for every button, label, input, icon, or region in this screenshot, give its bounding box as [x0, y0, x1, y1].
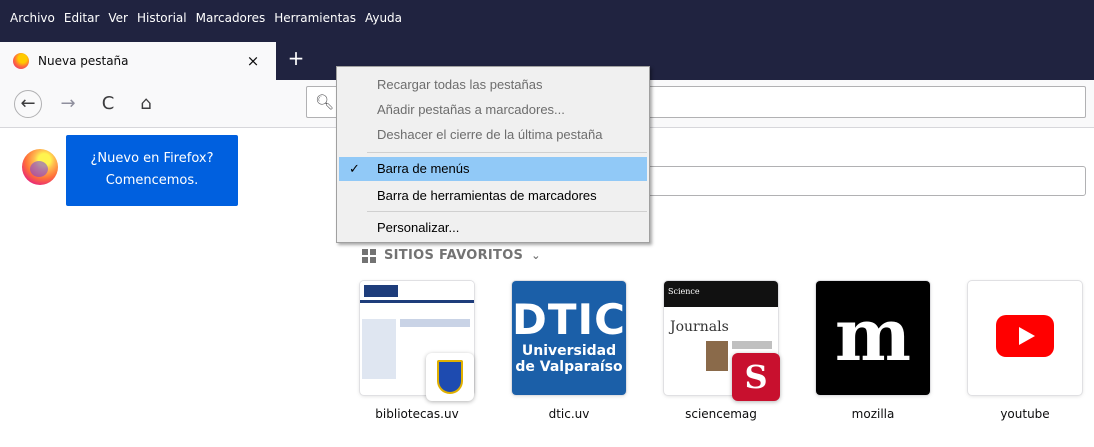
uv-logo: [364, 285, 398, 297]
menu-bar: Archivo Editar Ver Historial Marcadores …: [0, 0, 1094, 36]
menu-herramientas[interactable]: Herramientas: [274, 8, 356, 28]
tile-screenshot-body: [400, 319, 470, 327]
menu-separator: [367, 211, 647, 212]
uv-shield-badge: [426, 353, 474, 401]
menuitem-customize[interactable]: Personalizar...: [339, 216, 647, 240]
close-tab-icon[interactable]: ×: [244, 52, 262, 70]
onboarding-button[interactable]: ¿Nuevo en Firefox? Comencemos.: [66, 135, 238, 206]
new-tab-button[interactable]: +: [284, 46, 308, 72]
top-sites-heading[interactable]: SITIOS FAVORITOS ⌄: [362, 248, 541, 263]
menu-ayuda[interactable]: Ayuda: [365, 8, 402, 28]
menu-separator: [367, 152, 647, 153]
back-button[interactable]: ←: [14, 90, 42, 118]
menu-editar[interactable]: Editar: [64, 8, 100, 28]
tab-nueva-pestana[interactable]: Nueva pestaña ×: [0, 42, 276, 80]
chevron-down-icon: ⌄: [531, 249, 541, 262]
promo-line-1: ¿Nuevo en Firefox?: [90, 151, 214, 166]
grid-icon: [362, 248, 376, 263]
menuitem-bookmarks-toolbar[interactable]: Barra de herramientas de marcadores: [339, 184, 647, 208]
youtube-play-icon: [996, 315, 1054, 357]
shield-icon: [437, 360, 463, 394]
tile-screenshot-sidebar: [362, 319, 396, 379]
menuitem-menu-bar[interactable]: ✓ Barra de menús: [339, 157, 647, 181]
firefox-favicon-icon: [13, 53, 29, 69]
menuitem-menu-bar-label: Barra de menús: [377, 161, 470, 176]
tab-strip-context-menu: Recargar todas las pestañas Añadir pesta…: [336, 66, 650, 243]
science-s-badge: S: [732, 353, 780, 401]
forward-button[interactable]: →: [54, 90, 82, 118]
checkmark-icon: ✓: [349, 161, 360, 176]
page-search-input[interactable]: [640, 166, 1086, 196]
dtic-sub-2: de Valparaíso: [515, 359, 623, 375]
tile-screenshot-image: [706, 341, 728, 371]
menu-marcadores[interactable]: Marcadores: [196, 8, 266, 28]
top-site-label: mozilla: [851, 407, 895, 421]
top-site-label: dtic.uv: [548, 407, 590, 421]
science-header: Science: [664, 281, 778, 307]
dtic-sub-1: Universidad: [521, 343, 617, 359]
dtic-wordmark: DTIC: [512, 295, 626, 344]
home-button[interactable]: ⌂: [132, 90, 160, 118]
tile-screenshot-header: [360, 281, 474, 303]
menu-ver[interactable]: Ver: [108, 8, 128, 28]
search-icon: 🔍︎: [315, 93, 335, 111]
top-site-tile-youtube[interactable]: [968, 281, 1082, 395]
menuitem-bookmark-all-tabs[interactable]: Añadir pestañas a marcadores...: [339, 98, 647, 122]
promo-line-2: Comencemos.: [105, 173, 199, 188]
top-site-tile-mozilla[interactable]: m: [816, 281, 930, 395]
menu-historial[interactable]: Historial: [137, 8, 187, 28]
reload-button[interactable]: C: [94, 90, 122, 118]
tile-screenshot-text: [732, 341, 772, 349]
top-sites-heading-label: SITIOS FAVORITOS: [384, 248, 524, 263]
top-site-label: sciencemag: [685, 407, 757, 421]
top-site-tile-dtic[interactable]: DTIC Universidad de Valparaíso: [512, 281, 626, 395]
science-journals-text: Journals: [670, 319, 729, 335]
menuitem-reload-all-tabs[interactable]: Recargar todas las pestañas: [339, 73, 647, 97]
top-site-label: youtube: [1000, 407, 1050, 421]
menuitem-undo-close-tab[interactable]: Deshacer el cierre de la última pestaña: [339, 123, 647, 147]
firefox-logo-icon: [22, 149, 58, 185]
menu-archivo[interactable]: Archivo: [10, 8, 55, 28]
top-site-label: bibliotecas.uv: [375, 407, 459, 421]
tab-title: Nueva pestaña: [38, 54, 129, 68]
